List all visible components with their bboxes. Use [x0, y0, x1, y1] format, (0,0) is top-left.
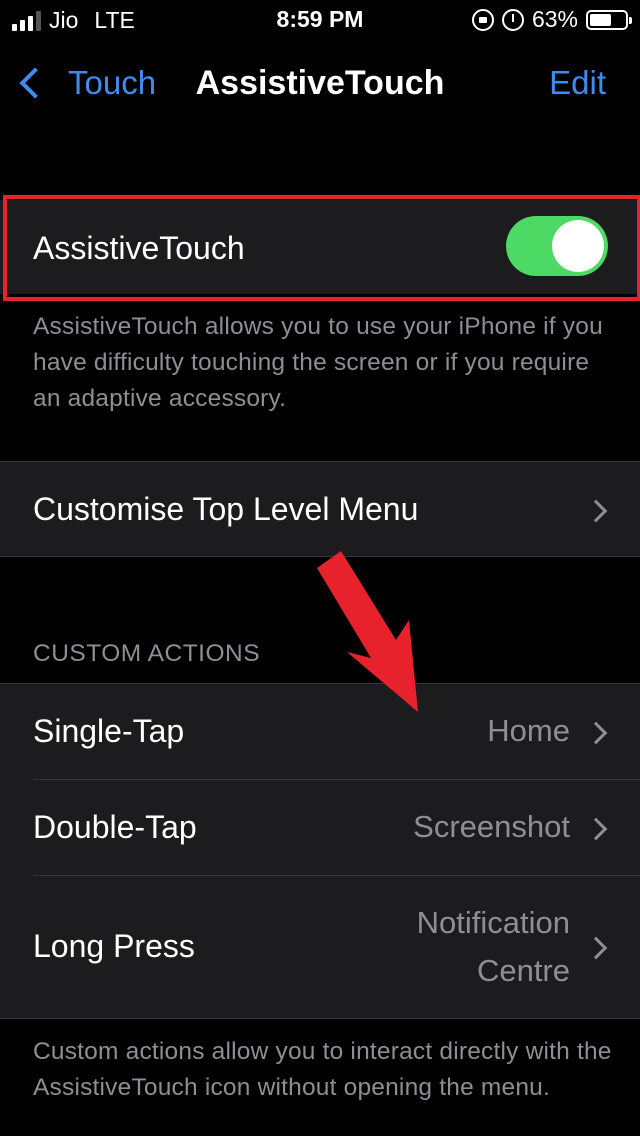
chevron-right-icon	[584, 936, 608, 960]
assistive-touch-row: AssistiveTouch	[0, 200, 640, 294]
double-tap-row[interactable]: Double-Tap Screenshot	[0, 780, 640, 875]
chevron-right-icon	[584, 499, 608, 523]
custom-actions-group: Single-Tap Home Double-Tap Screenshot Lo…	[0, 683, 640, 1019]
battery-level-fill	[590, 13, 612, 26]
status-right: 63%	[471, 6, 632, 33]
long-press-row[interactable]: Long Press Notification Centre	[0, 876, 640, 1018]
chevron-right-icon	[584, 721, 608, 745]
battery-icon	[586, 9, 632, 30]
edit-button[interactable]: Edit	[549, 64, 606, 102]
single-tap-row[interactable]: Single-Tap Home	[0, 684, 640, 779]
alarm-icon	[501, 8, 524, 31]
battery-percent: 63%	[531, 6, 578, 32]
single-tap-value: Home	[487, 713, 570, 748]
assistive-touch-toggle[interactable]	[506, 216, 608, 276]
long-press-label: Long Press	[33, 928, 195, 964]
assistive-touch-label: AssistiveTouch	[33, 230, 245, 266]
toggle-knob	[552, 220, 604, 272]
single-tap-label: Single-Tap	[33, 713, 185, 749]
assistive-touch-description: AssistiveTouch allows you to use your iP…	[33, 313, 603, 412]
customise-top-level-menu-row[interactable]: Customise Top Level Menu	[0, 461, 640, 557]
long-press-value-line2: Centre	[476, 953, 570, 988]
chevron-left-icon	[19, 67, 51, 99]
long-press-value-line1: Notification	[416, 905, 570, 940]
customise-top-level-menu-label: Customise Top Level Menu	[33, 491, 419, 527]
status-bar: Jio LTE 8:59 PM 63%	[0, 0, 640, 40]
back-button-label: Touch	[68, 64, 157, 101]
chevron-right-icon	[584, 817, 608, 841]
navigation-bar: Touch AssistiveTouch Edit	[0, 44, 640, 124]
orientation-lock-icon	[471, 8, 494, 31]
custom-actions-header: CUSTOM ACTIONS	[33, 640, 261, 667]
custom-actions-footer: Custom actions allow you to interact dir…	[33, 1038, 612, 1101]
double-tap-value: Screenshot	[413, 809, 570, 844]
double-tap-label: Double-Tap	[33, 809, 197, 845]
back-button[interactable]: Touch	[16, 64, 156, 102]
